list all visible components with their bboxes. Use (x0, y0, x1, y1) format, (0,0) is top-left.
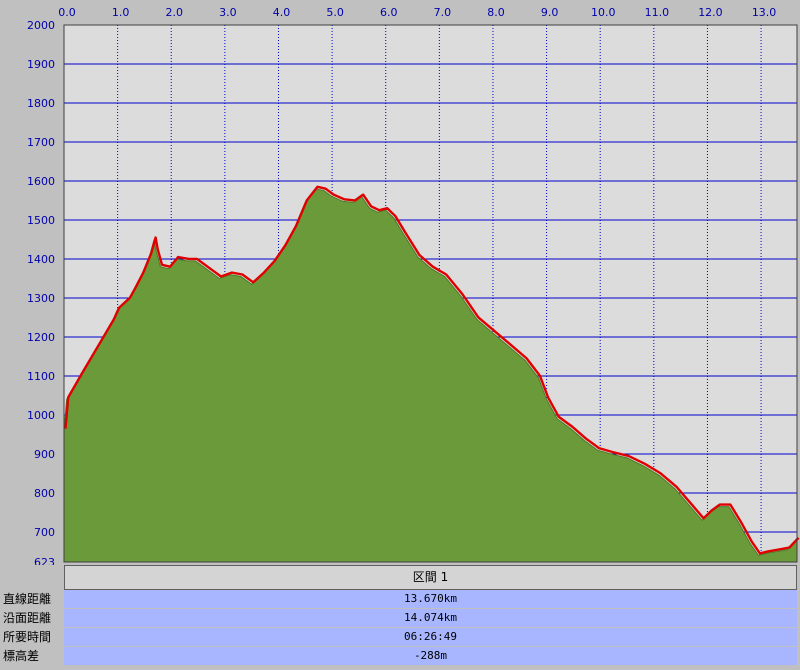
y-tick-label: 800 (34, 487, 55, 500)
row-straight-distance: 13.670km (64, 590, 797, 608)
section-summary-table: 区間 1 13.670km 14.074km 06:26:49 -288m (64, 565, 797, 665)
y-tick-label: 1200 (27, 331, 55, 344)
y-tick-label: 1500 (27, 214, 55, 227)
chart-svg: 2000 1900 1800 1700 1600 1500 1400 1300 1200 1100… (27, 6, 800, 569)
y-tick-label: 1600 (27, 175, 55, 188)
x-tick-label: 4.0 (273, 6, 291, 19)
y-tick-label: 1700 (27, 136, 55, 149)
section-header: 区間 1 (64, 565, 797, 590)
y-tick-label: 623 (34, 556, 55, 565)
x-tick-label: 3.0 (219, 6, 237, 19)
x-tick-label: 7.0 (434, 6, 452, 19)
x-tick-label: 12.0 (698, 6, 723, 19)
elevation-chart: 2000 1900 1800 1700 1600 1500 1400 1300 1200 1100… (0, 0, 800, 569)
x-tick-label: 8.0 (487, 6, 505, 19)
y-tick-label: 1900 (27, 58, 55, 71)
x-tick-label: 6.0 (380, 6, 398, 19)
y-tick-label: 1000 (27, 409, 55, 422)
x-tick-label: 13.0 (752, 6, 777, 19)
label-elevation-difference: 標高差 (3, 649, 40, 663)
y-tick-label: 700 (34, 526, 55, 539)
label-straight-distance: 直線距離 (3, 592, 52, 606)
x-tick-label: 2.0 (165, 6, 183, 19)
row-surface-distance: 14.074km (64, 609, 797, 627)
row-required-time: 06:26:49 (64, 628, 797, 646)
y-tick-label: 1300 (27, 292, 55, 305)
y-tick-label: 2000 (27, 19, 55, 32)
y-tick-label: 1400 (27, 253, 55, 266)
y-tick-label: 900 (34, 448, 55, 461)
label-required-time: 所要時間 (3, 630, 52, 644)
x-tick-label: 9.0 (541, 6, 559, 19)
x-tick-label: 5.0 (326, 6, 344, 19)
x-tick-label: 10.0 (591, 6, 616, 19)
label-surface-distance: 沿面距離 (3, 611, 52, 625)
y-tick-label: 1100 (27, 370, 55, 383)
y-tick-label: 1800 (27, 97, 55, 110)
x-tick-label: 1.0 (112, 6, 130, 19)
x-tick-label: 0.0 (58, 6, 76, 19)
row-elevation-difference: -288m (64, 647, 797, 665)
x-tick-label: 11.0 (645, 6, 670, 19)
